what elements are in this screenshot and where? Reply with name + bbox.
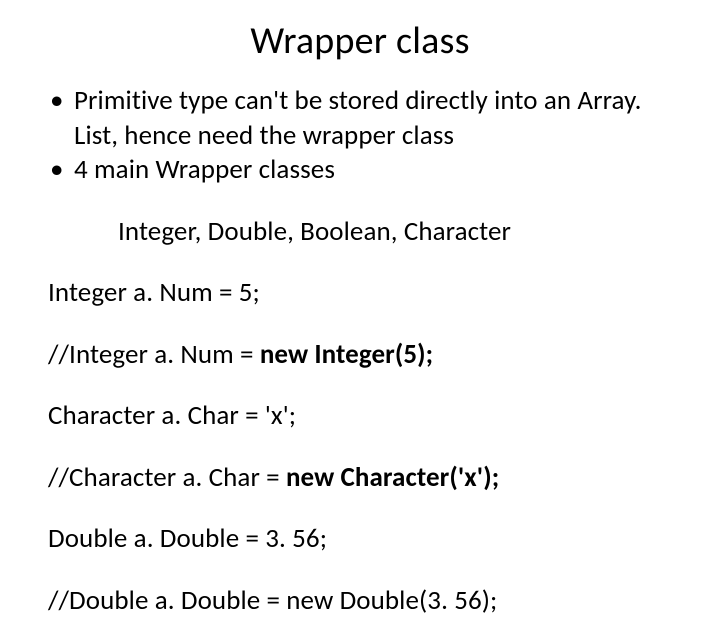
line-integer-new: //Integer a. Num = new Integer(5); [48, 338, 672, 373]
slide-title: Wrapper class [48, 18, 672, 64]
slide-body: Primitive type can't be stored directly … [48, 84, 672, 618]
line-integer-assign: Integer a. Num = 5; [48, 276, 672, 311]
line-character-new-bold: new Character('x'); [286, 461, 499, 494]
line-character-new-pre: //Character a. Char = [48, 461, 286, 494]
bullet-1: Primitive type can't be stored directly … [48, 84, 672, 153]
line-integer-new-pre: //Integer a. Num = [48, 338, 260, 371]
line-character-new: //Character a. Char = new Character('x')… [48, 461, 672, 496]
slide: Wrapper class Primitive type can't be st… [0, 0, 720, 540]
line-double-new: //Double a. Double = new Double(3. 56); [48, 584, 672, 618]
line-integer-new-bold: new Integer(5); [260, 338, 433, 371]
bullet-2: 4 main Wrapper classes [48, 153, 672, 188]
line-wrapper-list: Integer, Double, Boolean, Character [48, 215, 672, 250]
line-character-assign: Character a. Char = 'x'; [48, 399, 672, 434]
